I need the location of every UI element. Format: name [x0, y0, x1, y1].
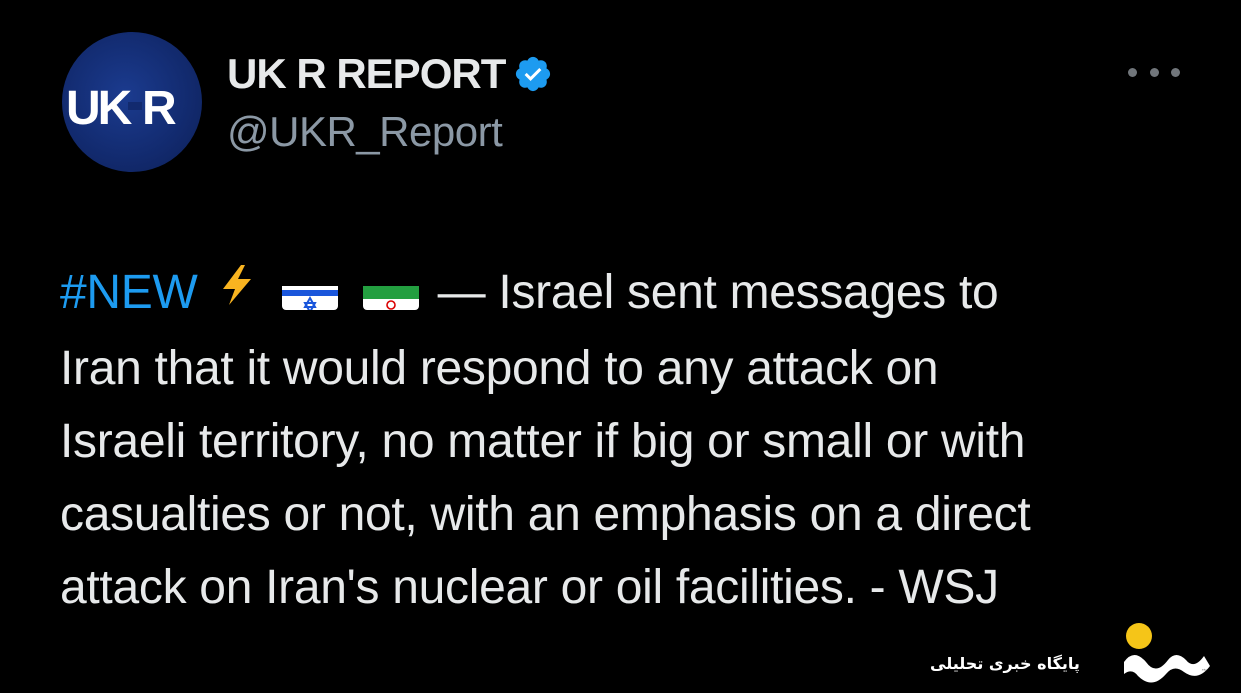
more-options-button[interactable] — [1128, 58, 1180, 86]
hashtag-link[interactable]: #NEW — [60, 266, 198, 319]
avatar-logo: UK R — [66, 82, 202, 135]
rooznoo-logo-icon: روزنو — [1104, 618, 1224, 691]
tweet-line-1-text: — Israel sent messages to — [437, 266, 999, 319]
ukr-logo-icon: UK R — [66, 82, 178, 135]
tweet-text: #NEW — Israel sent messages to Iran that… — [60, 256, 1210, 624]
tweet-line-1: #NEW — Israel sent messages to — [60, 256, 1210, 332]
tweet-line-4: casualties or not, with an emphasis on a… — [60, 487, 1031, 541]
tweet-line-2: Iran that it would respond to any attack… — [60, 341, 939, 395]
tweet-line-5: attack on Iran's nuclear or oil faciliti… — [60, 560, 999, 614]
lightning-emoji-icon — [217, 255, 257, 328]
tweet-card[interactable]: UK R UK R REPORT @UKR_Report #NEW — Isra… — [0, 0, 1241, 693]
tweet-line-3: Israeli territory, no matter if big or s… — [60, 414, 1026, 468]
watermark: پایگاه خبری تحلیلی روزنو — [928, 618, 1228, 688]
name-row: UK R REPORT — [227, 49, 553, 99]
avatar[interactable]: UK R — [62, 32, 202, 172]
iran-flag-icon — [362, 272, 419, 311]
svg-text:UK: UK — [66, 82, 133, 132]
user-handle[interactable]: @UKR_Report — [227, 108, 503, 156]
more-options-dot — [1149, 67, 1159, 77]
svg-text:روزنو: روزنو — [1201, 669, 1207, 671]
more-options-icon — [1128, 67, 1137, 77]
display-name[interactable]: UK R REPORT — [227, 50, 506, 98]
watermark-text: پایگاه خبری تحلیلی — [930, 654, 1080, 673]
svg-text:R: R — [142, 82, 176, 132]
israel-flag-icon — [281, 272, 338, 311]
verified-badge-icon — [513, 54, 553, 94]
more-options-dot — [1171, 67, 1180, 77]
